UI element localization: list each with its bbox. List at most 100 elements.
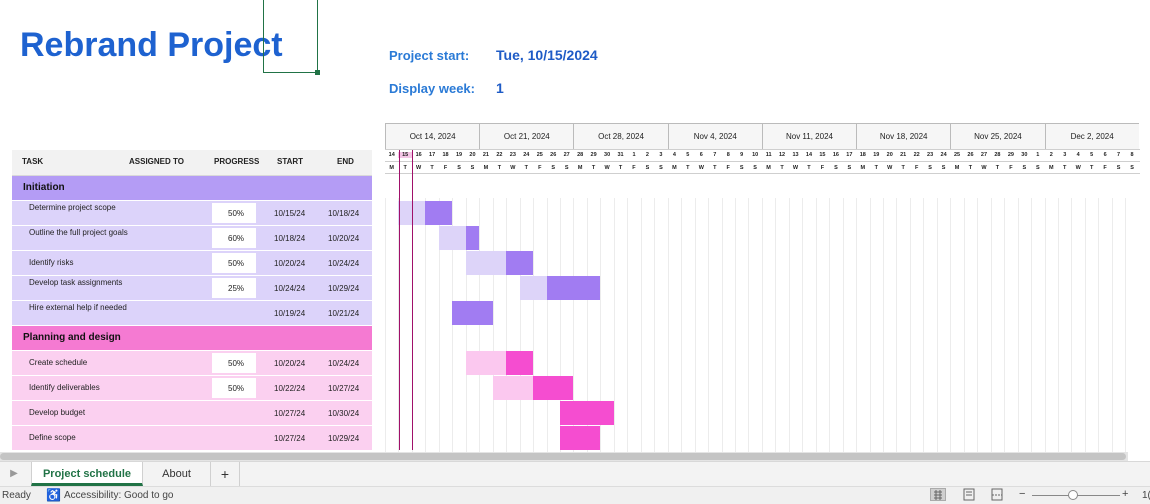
day-number: 21 [482, 152, 489, 158]
task-row[interactable]: Outline the full project goals 60% 10/18/2… [12, 226, 372, 251]
normal-view-icon[interactable] [930, 488, 946, 501]
task-start-date[interactable]: 10/27/24 [274, 434, 305, 443]
task-name[interactable]: Develop task assignments [29, 278, 134, 288]
gantt-grid-line [519, 198, 521, 452]
project-title[interactable]: Rebrand Project [20, 26, 283, 65]
day-letter: S [941, 165, 946, 171]
week-header: Oct 21, 2024 [479, 123, 574, 149]
gantt-bar-progress[interactable] [519, 276, 547, 300]
column-header-start[interactable]: START [277, 157, 303, 166]
task-end-date[interactable]: 10/20/24 [328, 234, 359, 243]
zoom-level[interactable]: 1( [1142, 490, 1150, 501]
day-letter: S [1116, 165, 1121, 171]
task-row[interactable]: Determine project scope 50% 10/15/24 10/18/… [12, 201, 372, 226]
task-name[interactable]: Identify risks [29, 258, 134, 268]
task-row[interactable]: Create schedule 50% 10/20/24 10/24/24 [12, 351, 372, 376]
column-header-end[interactable]: END [337, 157, 354, 166]
page-break-view-icon[interactable] [990, 488, 1004, 501]
gantt-bar[interactable] [559, 426, 601, 450]
page-layout-view-icon[interactable] [962, 488, 976, 501]
day-letter: T [968, 165, 973, 171]
task-name[interactable]: Define scope [29, 433, 134, 443]
task-row[interactable]: Define scope 10/27/24 10/29/24 [12, 426, 372, 451]
zoom-in-button[interactable]: + [1122, 488, 1128, 500]
gantt-bar-progress[interactable] [492, 376, 534, 400]
progress-cell[interactable]: 50% [212, 253, 256, 273]
task-start-date[interactable]: 10/22/24 [274, 384, 305, 393]
tab-about[interactable]: About [143, 462, 211, 486]
progress-value: 50% [228, 384, 245, 393]
add-sheet-button[interactable]: + [211, 462, 240, 486]
day-letter: F [1103, 165, 1107, 171]
gantt-bar-progress[interactable] [438, 226, 466, 250]
task-name[interactable]: Outline the full project goals [29, 228, 134, 238]
task-row[interactable]: Develop budget 10/27/24 10/30/24 [12, 401, 372, 426]
progress-cell[interactable]: 50% [212, 203, 256, 223]
gantt-bar[interactable] [465, 226, 480, 250]
gantt-bar[interactable] [559, 401, 614, 425]
project-start-value[interactable]: Tue, 10/15/2024 [496, 47, 598, 63]
task-row[interactable]: Identify risks 50% 10/20/24 10/24/24 [12, 251, 372, 276]
task-end-date[interactable]: 10/27/24 [328, 384, 359, 393]
task-end-date[interactable]: 10/29/24 [328, 284, 359, 293]
column-header-task[interactable]: TASK [22, 157, 43, 166]
task-start-date[interactable]: 10/18/24 [274, 234, 305, 243]
phase-row[interactable]: Initiation [12, 176, 372, 200]
tab-project-schedule[interactable]: Project schedule [31, 462, 143, 486]
progress-cell[interactable]: 50% [212, 353, 256, 373]
task-end-date[interactable]: 10/24/24 [328, 259, 359, 268]
phase-row[interactable]: Planning and design [12, 326, 372, 350]
day-number: 29 [1007, 152, 1014, 158]
task-start-date[interactable]: 10/20/24 [274, 259, 305, 268]
day-number: 26 [967, 152, 974, 158]
day-number: 18 [859, 152, 866, 158]
task-start-date[interactable]: 10/27/24 [274, 409, 305, 418]
progress-cell[interactable]: 60% [212, 228, 256, 248]
task-end-date[interactable]: 10/30/24 [328, 409, 359, 418]
accessibility-status[interactable]: Accessibility: Good to go [64, 490, 174, 501]
task-row[interactable]: Identify deliverables 50% 10/22/24 10/27/24 [12, 376, 372, 401]
task-row[interactable]: Develop task assignments 25% 10/24/24 10/29… [12, 276, 372, 301]
task-end-date[interactable]: 10/29/24 [328, 434, 359, 443]
display-week-value[interactable]: 1 [496, 80, 504, 96]
progress-cell[interactable]: 50% [212, 378, 256, 398]
gantt-bar[interactable] [506, 351, 534, 375]
task-row[interactable]: Hire external help if needed 10/19/24 10/2… [12, 301, 372, 326]
task-start-date[interactable]: 10/19/24 [274, 309, 305, 318]
gantt-grid-line [1044, 198, 1046, 452]
day-letter: T [524, 165, 528, 171]
day-letter: T [430, 165, 434, 171]
gantt-bar[interactable] [506, 251, 534, 275]
task-name[interactable]: Identify deliverables [29, 383, 134, 393]
sheet-tab-bar: ▶ Project schedule About + [0, 461, 1150, 487]
day-number: 1 [1036, 152, 1040, 158]
task-start-date[interactable]: 10/20/24 [274, 359, 305, 368]
horizontal-scrollbar-thumb[interactable] [0, 453, 1126, 460]
gantt-bar[interactable] [425, 201, 453, 225]
task-name[interactable]: Create schedule [29, 358, 134, 368]
day-letter: S [928, 165, 932, 171]
gantt-bar[interactable] [546, 276, 601, 300]
gantt-bar-progress[interactable] [465, 251, 507, 275]
day-number: 25 [953, 152, 961, 158]
zoom-out-button[interactable]: − [1019, 488, 1025, 500]
progress-value: 50% [228, 209, 245, 218]
progress-cell[interactable]: 25% [212, 278, 256, 298]
task-end-date[interactable]: 10/18/24 [328, 209, 359, 218]
fill-handle[interactable] [315, 70, 320, 75]
accessibility-icon[interactable]: ♿ [46, 488, 61, 502]
task-name[interactable]: Determine project scope [29, 203, 134, 213]
task-start-date[interactable]: 10/24/24 [274, 284, 305, 293]
column-header-progress[interactable]: PROGRESS [214, 157, 259, 166]
task-end-date[interactable]: 10/21/24 [328, 309, 359, 318]
gantt-bar[interactable] [452, 301, 493, 325]
tab-scroll-left-icon[interactable]: ▶ [4, 462, 24, 486]
task-start-date[interactable]: 10/15/24 [274, 209, 305, 218]
column-header-assigned[interactable]: ASSIGNED TO [129, 157, 184, 166]
task-end-date[interactable]: 10/24/24 [328, 359, 359, 368]
zoom-slider-thumb[interactable] [1068, 490, 1078, 500]
task-name[interactable]: Develop budget [29, 408, 134, 418]
task-name[interactable]: Hire external help if needed [29, 303, 134, 313]
gantt-bar[interactable] [533, 376, 574, 400]
gantt-bar-progress[interactable] [465, 351, 507, 375]
